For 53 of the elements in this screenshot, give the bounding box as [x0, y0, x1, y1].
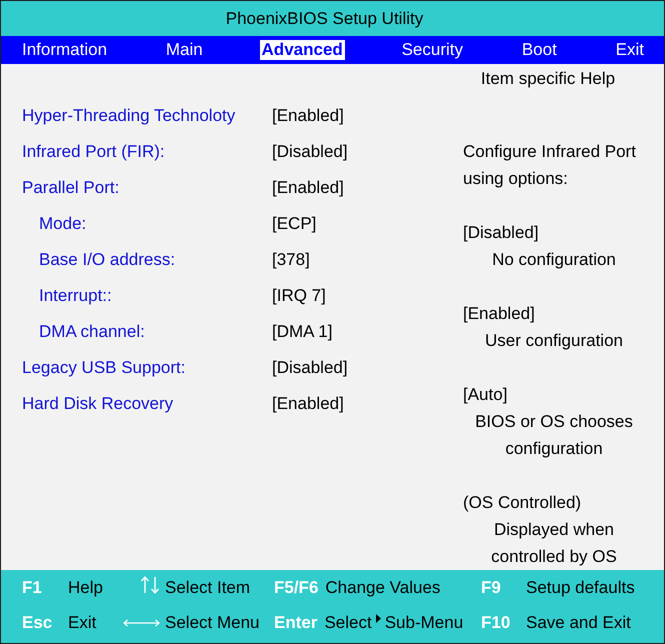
key-action: Sub-Menu — [384, 612, 464, 632]
setting-label: Hard Disk Recovery — [22, 394, 174, 414]
key-action: Select Item — [165, 578, 250, 598]
help-description: User configuration — [485, 330, 623, 352]
key-name: Enter — [274, 612, 318, 632]
triangle-icon — [376, 614, 381, 623]
menu-tab[interactable]: Exit — [614, 40, 646, 60]
help-option: (OS Controlled) — [463, 489, 582, 516]
key-action: Select Menu — [165, 612, 260, 632]
key-action: Help — [68, 578, 103, 598]
setting-label: Base I/O address: — [38, 250, 176, 270]
setting-label: DMA channel: — [38, 322, 145, 342]
key-action: Save and Exit — [526, 612, 631, 632]
key-name: F5/F6 — [274, 578, 318, 598]
menu-tab[interactable]: Security — [400, 40, 466, 60]
key-name: F10 — [481, 612, 510, 632]
help-option: [Enabled] — [463, 300, 535, 327]
setting-label: Parallel Port: — [22, 178, 120, 198]
setting-label: Legacy USB Support: — [22, 358, 186, 378]
help-option: [Auto] — [463, 381, 508, 408]
menu-tab[interactable]: Main — [164, 40, 205, 60]
help-description: BIOS or OS chooses configuration — [474, 411, 634, 460]
setting-value[interactable]: [DMA 1] — [272, 322, 332, 342]
setting-label: Mode: — [38, 214, 86, 234]
setting-value[interactable]: [Enabled] — [272, 106, 344, 126]
key-action: Setup defaults — [526, 578, 635, 598]
setting-label: Hyper-Threading Technoloty — [22, 106, 236, 126]
up-down-arrows-icon — [140, 576, 160, 594]
setting-value[interactable]: [Enabled] — [272, 394, 344, 414]
setting-value[interactable]: [Disabled] — [272, 142, 348, 162]
help-title: Item specific Help — [480, 68, 616, 90]
left-right-arrow-icon — [123, 618, 160, 626]
menu-tab[interactable]: Advanced — [260, 40, 345, 60]
key-action: Select — [324, 612, 372, 632]
key-action: Change Values — [325, 578, 440, 598]
help-description: No configuration — [492, 249, 616, 271]
setting-value[interactable]: [ECP] — [272, 214, 316, 234]
setting-value[interactable]: [IRQ 7] — [272, 286, 326, 306]
setting-value[interactable]: [378] — [272, 250, 310, 270]
menu-tab[interactable]: Information — [20, 40, 110, 60]
help-description: Displayed when controlled by OS — [490, 519, 618, 568]
setting-value[interactable]: [Enabled] — [272, 178, 344, 198]
window-title: PhoenixBIOS Setup Utility — [226, 8, 424, 28]
key-action: Exit — [68, 612, 96, 632]
key-name: F1 — [22, 578, 42, 598]
help-text: Configure Infrared Port using options: — [463, 141, 637, 190]
setting-value[interactable]: [Disabled] — [272, 358, 348, 378]
setting-label: Interrupt:: — [38, 286, 112, 306]
setting-label: Infrared Port (FIR): — [22, 142, 165, 162]
menu-tab[interactable]: Boot — [520, 40, 559, 60]
help-option: [Disabled] — [463, 219, 539, 246]
key-name: Esc — [22, 612, 52, 632]
key-name: F9 — [481, 578, 501, 598]
